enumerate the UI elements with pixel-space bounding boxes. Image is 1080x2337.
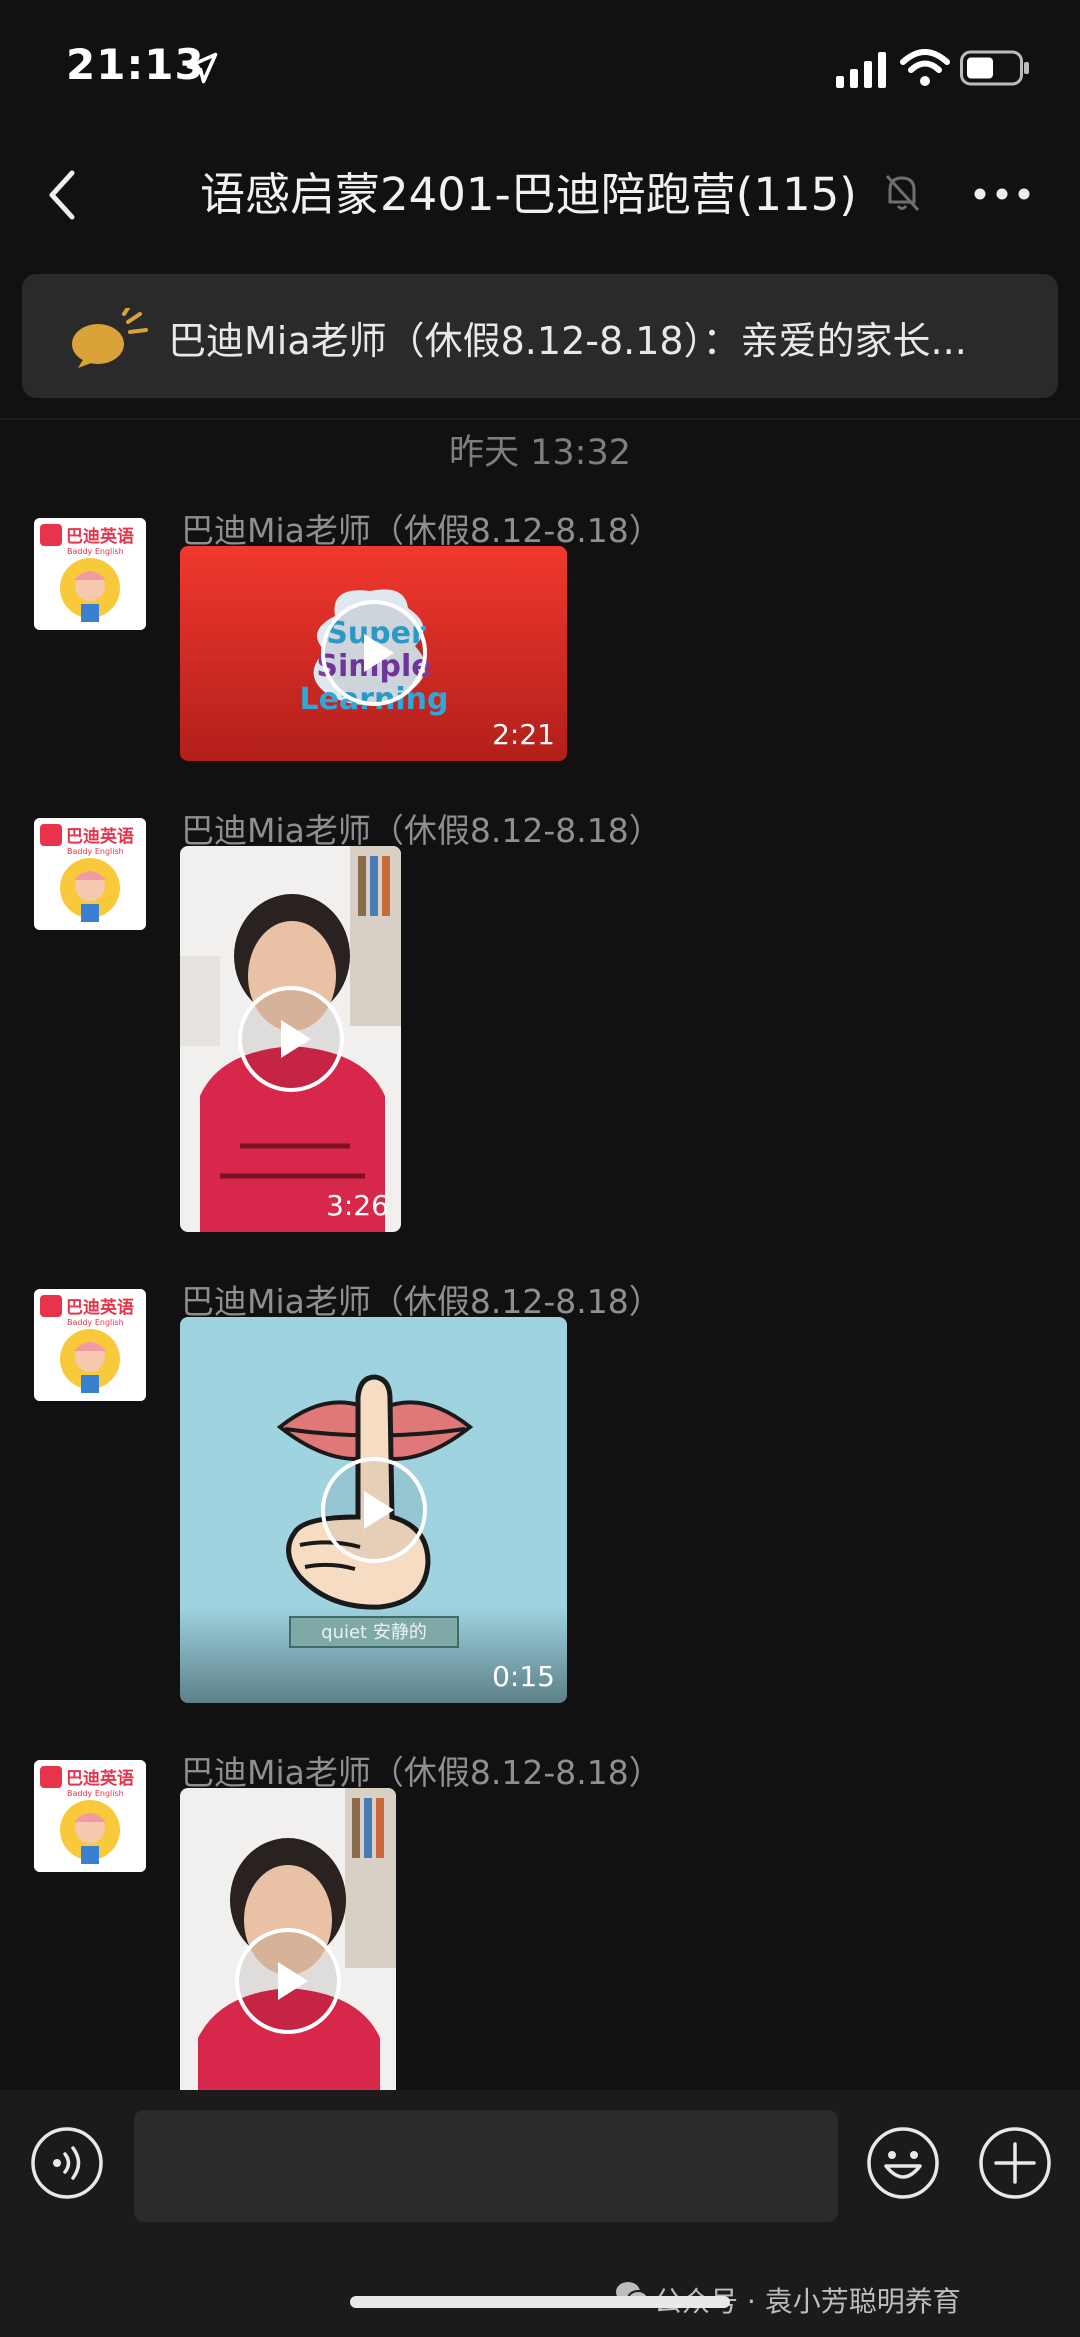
avatar-sub-text: Baddy English xyxy=(67,847,124,856)
group-notice-banner[interactable]: 巴迪Mia老师（休假8.12-8.18）：亲爱的家长... xyxy=(22,274,1058,398)
back-chevron-icon[interactable] xyxy=(38,165,88,225)
chat-title[interactable]: 语感启蒙2401-巴迪陪跑营(115) xyxy=(200,158,857,223)
bell-off-icon xyxy=(885,174,920,212)
video-duration: 2:21 xyxy=(492,718,555,751)
avatar-sub-text: Baddy English xyxy=(67,1318,124,1327)
video-duration: 3:26 xyxy=(326,1189,389,1222)
video-duration: 0:15 xyxy=(492,1660,555,1693)
play-icon xyxy=(321,600,427,706)
video-message[interactable] xyxy=(180,1788,396,2090)
avatar[interactable]: 巴迪英语 Baddy English xyxy=(34,1289,146,1401)
avatar-sub-text: Baddy English xyxy=(67,547,124,556)
sender-name: 巴迪Mia老师（休假8.12-8.18） xyxy=(181,1753,662,1792)
signal-icon xyxy=(836,52,886,88)
avatar-brand-text: 巴迪英语 xyxy=(66,826,134,847)
avatar-sub-text: Baddy English xyxy=(67,1789,124,1798)
announcement-icon xyxy=(72,308,148,368)
thumb-caption: quiet 安静的 xyxy=(321,1622,427,1643)
video-message[interactable]: quiet 安静的 0:15 xyxy=(180,1317,567,1703)
message-timestamp: 昨天 13:32 xyxy=(449,433,631,473)
divider xyxy=(0,418,1080,420)
avatar-brand-text: 巴迪英语 xyxy=(66,1768,134,1789)
status-bar: 21:13 xyxy=(0,0,1080,130)
location-arrow-icon xyxy=(186,52,218,84)
play-icon xyxy=(238,986,344,1092)
wifi-icon xyxy=(900,49,950,86)
play-icon xyxy=(235,1928,341,2034)
sender-name: 巴迪Mia老师（休假8.12-8.18） xyxy=(181,1282,662,1321)
voice-icon[interactable] xyxy=(30,2126,104,2200)
plus-icon[interactable] xyxy=(978,2126,1052,2200)
battery-icon xyxy=(960,50,1029,86)
more-dots-icon[interactable] xyxy=(972,182,1032,206)
video-message[interactable]: 3:26 xyxy=(180,846,401,1232)
sender-name: 巴迪Mia老师（休假8.12-8.18） xyxy=(181,511,662,550)
chat-header: 语感启蒙2401-巴迪陪跑营(115) xyxy=(0,130,1080,260)
avatar-brand-text: 巴迪英语 xyxy=(66,1297,134,1318)
home-indicator xyxy=(350,2296,730,2308)
play-icon xyxy=(321,1457,427,1563)
avatar[interactable]: 巴迪英语 Baddy English xyxy=(34,818,146,930)
message-input[interactable] xyxy=(134,2110,838,2222)
notice-text: 巴迪Mia老师（休假8.12-8.18）：亲爱的家长... xyxy=(168,319,967,363)
avatar-brand-text: 巴迪英语 xyxy=(66,526,134,547)
emoji-icon[interactable] xyxy=(866,2126,940,2200)
avatar[interactable]: 巴迪英语 Baddy English xyxy=(34,1760,146,1872)
video-message[interactable]: Super Simple Learning 2:21 xyxy=(180,546,567,761)
sender-name: 巴迪Mia老师（休假8.12-8.18） xyxy=(181,811,662,850)
avatar[interactable]: 巴迪英语 Baddy English xyxy=(34,518,146,630)
